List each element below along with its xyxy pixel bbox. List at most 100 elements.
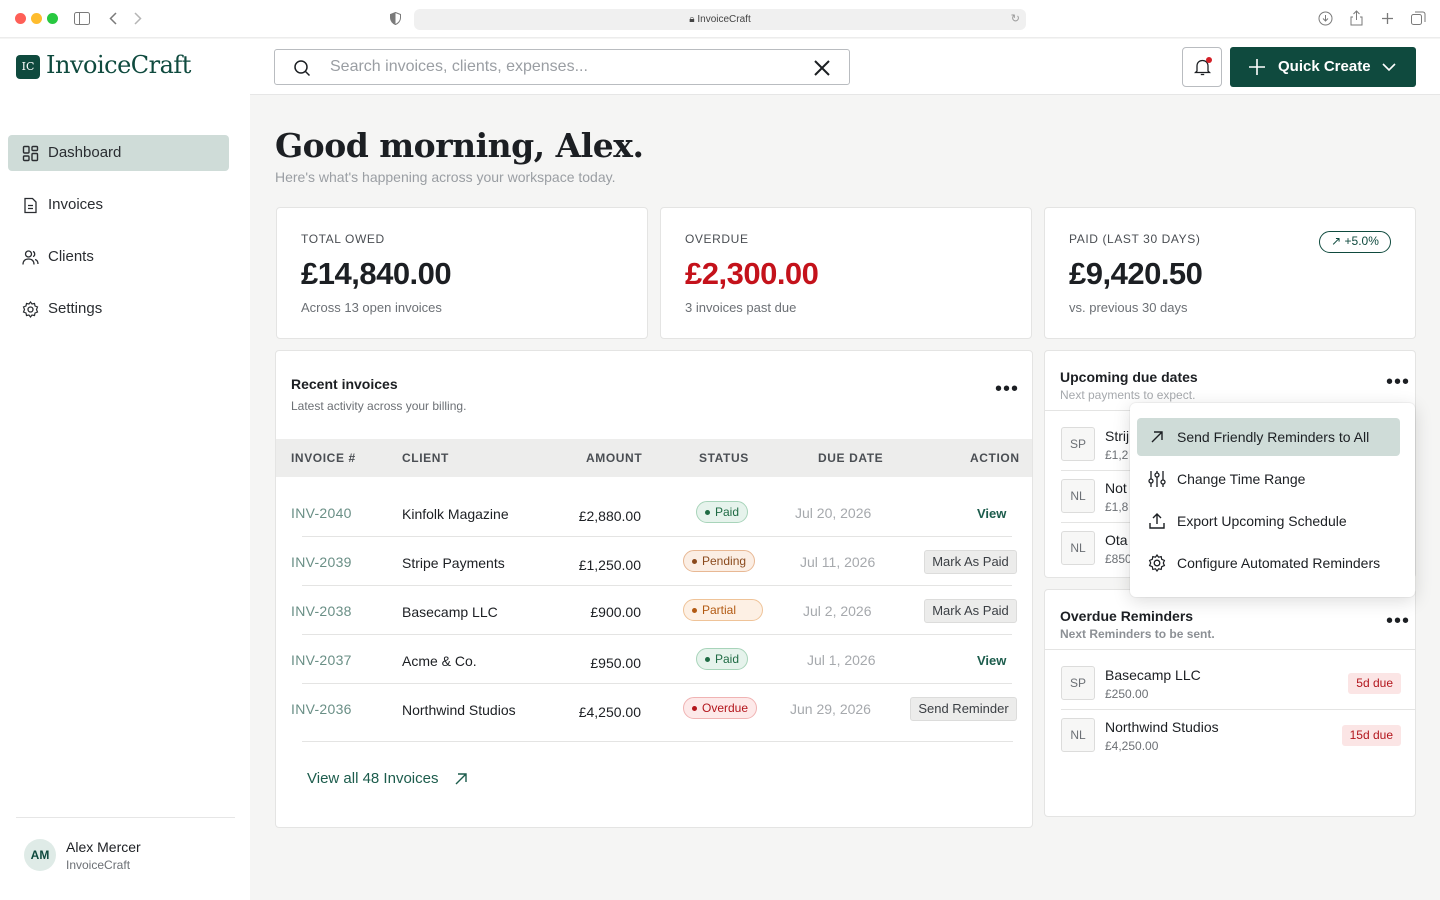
due-date: Jul 11, 2026	[800, 554, 876, 570]
search-box	[274, 49, 850, 85]
client-name: Basecamp LLC	[1105, 667, 1201, 683]
due-badge: 15d due	[1341, 725, 1401, 746]
invoice-id[interactable]: INV-2039	[291, 554, 352, 570]
stat-label: TOTAL OWED	[301, 232, 385, 246]
gear-icon	[22, 301, 39, 318]
invoice-id[interactable]: INV-2037	[291, 652, 352, 668]
menu-item-send-reminders[interactable]: Send Friendly Reminders to All	[1137, 418, 1400, 456]
divider	[302, 585, 1012, 586]
stat-note: 3 invoices past due	[685, 300, 797, 315]
close-icon[interactable]	[813, 59, 831, 77]
top-bar: Quick Create	[250, 39, 1440, 95]
mark-as-paid-button[interactable]: Mark As Paid	[924, 550, 1017, 574]
panel-title: Upcoming due dates	[1060, 369, 1198, 385]
divider	[302, 634, 1012, 635]
downloads-icon[interactable]	[1318, 11, 1333, 26]
status-badge: Partial	[683, 599, 763, 621]
sidebar-item-label: Clients	[48, 248, 94, 265]
sidebar-item-dashboard[interactable]: Dashboard	[8, 135, 229, 171]
more-options-icon[interactable]: •••	[1386, 372, 1410, 392]
menu-item-label: Export Upcoming Schedule	[1177, 513, 1347, 529]
menu-item-label: Change Time Range	[1177, 471, 1306, 487]
panel-title: Overdue Reminders	[1060, 608, 1194, 624]
amount: £900.00	[590, 604, 641, 620]
view-link[interactable]: View	[977, 506, 1006, 521]
client-name: Northwind Studios	[1105, 719, 1219, 735]
more-options-icon[interactable]: •••	[995, 379, 1019, 399]
quick-create-button[interactable]: Quick Create	[1230, 47, 1416, 87]
sidebar-toggle-icon[interactable]	[74, 12, 90, 25]
privacy-shield-icon[interactable]	[390, 12, 401, 25]
panel-subtitle: Next Reminders to be sent.	[1060, 627, 1215, 641]
sidebar-item-clients[interactable]: Clients	[8, 239, 229, 275]
avatar[interactable]: AM	[24, 839, 56, 871]
stat-label: PAID (LAST 30 DAYS)	[1069, 232, 1201, 246]
mark-as-paid-button[interactable]: Mark As Paid	[924, 599, 1017, 623]
divider	[302, 683, 1012, 684]
client-initials: NL	[1061, 479, 1095, 513]
table-row[interactable]: INV-2039 Stripe Payments £1,250.00 Pendi…	[276, 538, 1032, 586]
reload-icon[interactable]: ↻	[1011, 9, 1020, 30]
forward-icon[interactable]	[134, 12, 142, 25]
new-tab-icon[interactable]	[1381, 12, 1394, 25]
search-input[interactable]	[330, 50, 800, 84]
view-all-invoices-link[interactable]: View all 48 Invoices	[307, 770, 438, 787]
close-window-button[interactable]	[15, 13, 26, 24]
column-header: INVOICE #	[291, 451, 356, 465]
minimize-window-button[interactable]	[31, 13, 42, 24]
tab-overview-icon[interactable]	[1411, 11, 1426, 26]
list-item[interactable]: NL Northwind Studios £4,250.00 15d due	[1045, 708, 1415, 760]
invoice-id[interactable]: INV-2038	[291, 603, 352, 619]
arrow-up-right-icon[interactable]	[454, 772, 468, 786]
sidebar-item-invoices[interactable]: Invoices	[8, 187, 229, 223]
browser-chrome: 🔒︎ InvoiceCraft ↻	[0, 0, 1440, 38]
menu-item-configure-reminders[interactable]: Configure Automated Reminders	[1137, 544, 1400, 582]
notification-dot	[1206, 57, 1212, 63]
users-icon	[22, 250, 39, 265]
sidebar-item-label: Invoices	[48, 196, 104, 213]
table-row[interactable]: INV-2038 Basecamp LLC £900.00 Partial Ju…	[276, 587, 1032, 635]
amount: £4,250.00	[578, 704, 641, 720]
sidebar-item-settings[interactable]: Settings	[8, 291, 229, 327]
notifications-button[interactable]	[1182, 47, 1222, 87]
amount: £4,250.00	[1105, 739, 1159, 753]
amount: £2,880.00	[578, 508, 641, 524]
status-badge: Pending	[683, 550, 756, 572]
divider	[16, 817, 235, 818]
send-reminder-button[interactable]: Send Reminder	[910, 697, 1017, 721]
more-options-icon[interactable]: •••	[1386, 611, 1410, 631]
zoom-window-button[interactable]	[47, 13, 58, 24]
stat-value: £14,840.00	[301, 256, 452, 291]
menu-item-change-time-range[interactable]: Change Time Range	[1137, 460, 1400, 498]
invoice-id[interactable]: INV-2040	[291, 505, 352, 521]
status-badge: Paid	[696, 501, 749, 523]
due-date: Jul 2, 2026	[803, 603, 872, 619]
client-name: Stripe Payments	[402, 555, 505, 571]
table-row[interactable]: INV-2040 Kinfolk Magazine £2,880.00 Paid…	[276, 489, 1032, 537]
stat-card-paid: PAID (LAST 30 DAYS) ↗ +5.0% £9,420.50 vs…	[1044, 207, 1416, 339]
column-header: CLIENT	[402, 451, 449, 465]
amount: £1,2	[1105, 448, 1129, 462]
document-icon	[24, 197, 37, 214]
table-row[interactable]: INV-2036 Northwind Studios £4,250.00 Ove…	[276, 685, 1032, 733]
invoice-id[interactable]: INV-2036	[291, 701, 352, 717]
view-link[interactable]: View	[977, 653, 1006, 668]
client-name: Northwind Studios	[402, 702, 516, 718]
search-icon	[294, 60, 311, 77]
client-initials: SP	[1061, 427, 1095, 461]
sidebar: IC InvoiceCraft Dashboard Invoices Clien…	[0, 39, 250, 900]
client-initials: NL	[1061, 718, 1095, 752]
stat-note: vs. previous 30 days	[1069, 300, 1188, 315]
panel-subtitle: Next payments to expect.	[1060, 388, 1196, 402]
menu-item-export-schedule[interactable]: Export Upcoming Schedule	[1137, 502, 1400, 540]
table-header: INVOICE # CLIENT AMOUNT STATUS DUE DATE …	[276, 439, 1032, 477]
upcoming-options-menu: Send Friendly Reminders to All Change Ti…	[1130, 403, 1415, 597]
table-row[interactable]: INV-2037 Acme & Co. £950.00 Paid Jul 1, …	[276, 636, 1032, 684]
share-icon[interactable]	[1350, 10, 1363, 26]
overdue-reminders-panel: Overdue Reminders Next Reminders to be s…	[1044, 589, 1416, 817]
list-item[interactable]: SP Basecamp LLC £250.00 5d due	[1045, 656, 1415, 708]
stat-value: £2,300.00	[685, 256, 819, 291]
back-icon[interactable]	[109, 12, 117, 25]
panel-title: Recent invoices	[291, 376, 398, 392]
address-bar[interactable]: 🔒︎ InvoiceCraft ↻	[414, 9, 1026, 30]
